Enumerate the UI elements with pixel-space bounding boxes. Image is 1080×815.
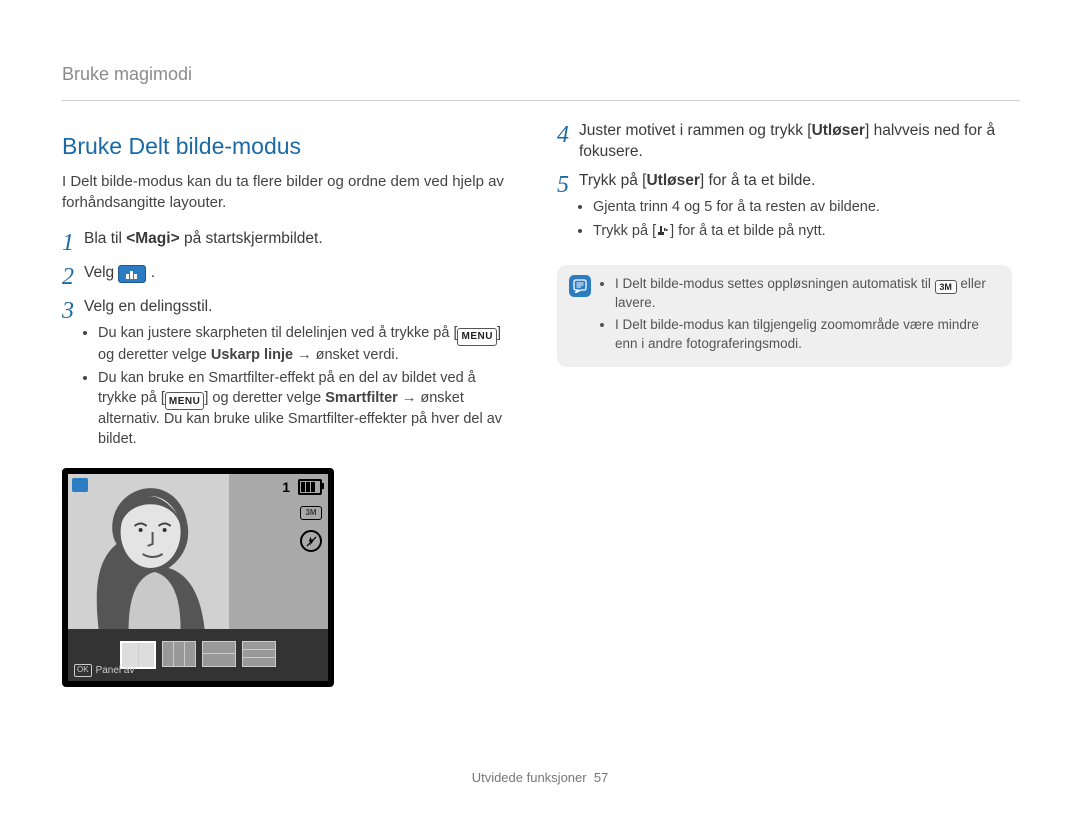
lcd-preview: 1 3M [68, 474, 328, 629]
layout-thumbnails [120, 641, 276, 669]
txt: ] for å ta et bilde på nytt. [670, 223, 826, 239]
step-5: 5 Trykk på [Utløser] for å ta et bilde. … [557, 171, 1012, 245]
arrow-icon: → [293, 347, 316, 363]
panel-text: Panel av [96, 664, 135, 678]
lcd-preview-right: 1 3M [229, 474, 328, 629]
step-2: 2 Velg . [62, 263, 517, 289]
layout-3col [162, 641, 196, 667]
step-1: 1 Bla til <Magi> på startskjermbildet. [62, 229, 517, 255]
face-drawing [68, 474, 229, 629]
retake-icon [656, 223, 670, 237]
step-3: 3 Velg en delingsstil. Du kan justere sk… [62, 297, 517, 454]
step2-post: . [151, 264, 155, 281]
step2-pre: Velg [84, 264, 118, 281]
left-column: Bruke Delt bilde-modus I Delt bilde-modu… [62, 119, 517, 686]
txt: Du kan justere skarpheten til delelinjen… [98, 325, 457, 341]
txt: ønsket verdi. [316, 347, 399, 363]
page: Bruke magimodi Bruke Delt bilde-modus I … [0, 0, 1080, 815]
step1-post: på startskjermbildet. [180, 230, 323, 247]
txt: I Delt bilde-modus settes oppløsningen a… [615, 276, 935, 291]
step3-bullets: Du kan justere skarpheten til delelinjen… [84, 324, 517, 450]
flash-off-icon [300, 530, 322, 552]
resolution-icon: 3M [300, 506, 322, 520]
note-list: I Delt bilde-modus settes oppløsningen a… [601, 275, 1000, 357]
divider [62, 100, 1020, 101]
resolution-icon: 3M [935, 280, 957, 294]
ok-panel-label: OK Panel av [74, 664, 134, 678]
breadcrumb: Bruke magimodi [62, 62, 1020, 86]
columns: Bruke Delt bilde-modus I Delt bilde-modu… [62, 119, 1020, 686]
txt: Trykk på [ [593, 223, 656, 239]
step1-pre: Bla til [84, 230, 126, 247]
right-column: 4 Juster motivet i rammen og trykk [Utlø… [557, 119, 1012, 686]
step-number: 3 [62, 297, 84, 454]
bold: Uskarp linje [211, 347, 293, 363]
camera-lcd-illustration: 1 3M [62, 468, 334, 687]
battery-icon [298, 479, 322, 495]
intro-text: I Delt bilde-modus kan du ta flere bilde… [62, 172, 517, 213]
footer-text: Utvidede funksjoner [472, 770, 587, 785]
bold: Utløser [646, 172, 699, 189]
step-number: 5 [557, 171, 579, 245]
menu-icon: MENU [457, 328, 496, 346]
note-item: I Delt bilde-modus settes oppløsningen a… [615, 275, 1000, 312]
arrow-icon: → [398, 390, 421, 406]
shots-remaining: 1 [282, 478, 290, 497]
layout-3row [242, 641, 276, 667]
page-number: 57 [594, 770, 608, 785]
txt: Trykk på [ [579, 172, 646, 189]
lcd-layout-row: OK Panel av [68, 629, 328, 681]
note-item: I Delt bilde-modus kan tilgjengelig zoom… [615, 316, 1000, 352]
txt: Juster motivet i rammen og trykk [ [579, 122, 812, 139]
lcd-status-icons: 1 3M [282, 478, 322, 553]
split-shot-icon [118, 265, 146, 283]
note-box: I Delt bilde-modus settes oppløsningen a… [557, 265, 1012, 367]
step3-title: Velg en delingsstil. [84, 298, 212, 315]
step-number: 4 [557, 121, 579, 163]
bold: Utløser [812, 122, 865, 139]
menu-icon: MENU [165, 392, 204, 410]
bullet: Gjenta trinn 4 og 5 for å ta resten av b… [593, 198, 1012, 218]
step-body: Velg . [84, 263, 517, 289]
txt: ] for å ta et bilde. [700, 172, 815, 189]
step5-bullets: Gjenta trinn 4 og 5 for å ta resten av b… [579, 198, 1012, 241]
txt: ] og deretter velge [204, 390, 325, 406]
step-number: 1 [62, 229, 84, 255]
step-4: 4 Juster motivet i rammen og trykk [Utlø… [557, 121, 1012, 163]
bullet: Du kan justere skarpheten til delelinjen… [98, 324, 517, 365]
step1-magi: <Magi> [126, 230, 179, 247]
footer: Utvidede funksjoner 57 [0, 769, 1080, 787]
step-body: Trykk på [Utløser] for å ta et bilde. Gj… [579, 171, 1012, 245]
note-icon [569, 275, 591, 297]
bullet: Du kan bruke en Smartfilter-effekt på en… [98, 369, 517, 449]
step-number: 2 [62, 263, 84, 289]
layout-2row [202, 641, 236, 667]
step-body: Bla til <Magi> på startskjermbildet. [84, 229, 517, 255]
step-body: Velg en delingsstil. Du kan justere skar… [84, 297, 517, 454]
step-body: Juster motivet i rammen og trykk [Utløse… [579, 121, 1012, 163]
bullet: Trykk på [ ] for å ta et bilde på nytt. [593, 222, 1012, 242]
ok-icon: OK [74, 664, 92, 677]
lcd-preview-left [68, 474, 229, 629]
section-title: Bruke Delt bilde-modus [62, 131, 517, 162]
bold: Smartfilter [325, 390, 398, 406]
